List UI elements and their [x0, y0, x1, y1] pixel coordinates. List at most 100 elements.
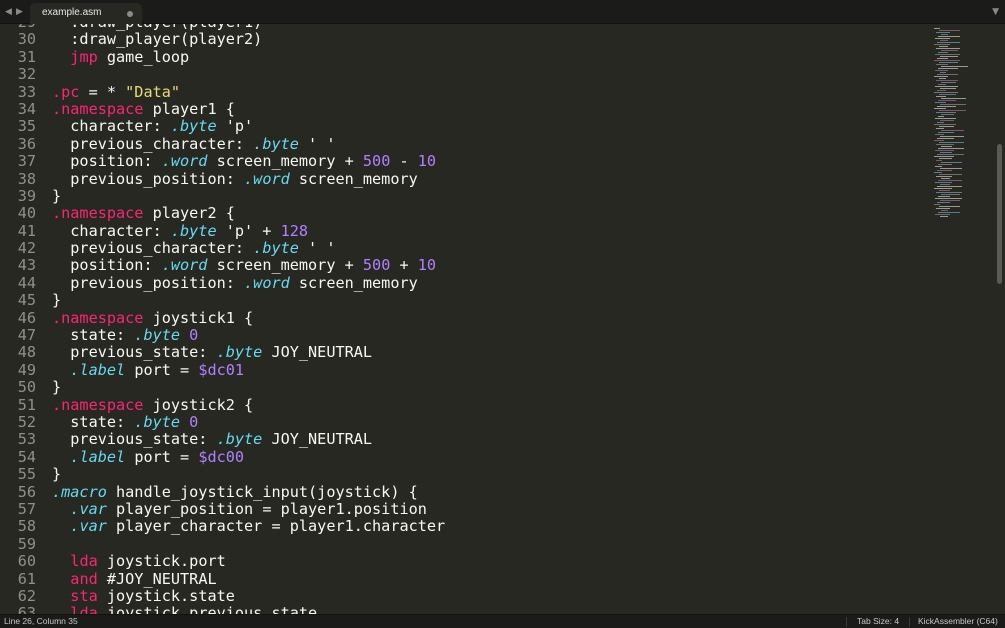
back-arrow-icon[interactable]: ◀: [5, 4, 12, 20]
code-line[interactable]: 56 .macro handle_joystick_input(joystick)…: [0, 483, 935, 501]
code-line[interactable]: 59: [0, 535, 935, 553]
code-line[interactable]: 44 previous_position: .word screen_memor…: [0, 273, 935, 292]
syntax-selector[interactable]: KickAssembler (C64): [918, 615, 998, 628]
minimap-line: [941, 162, 962, 163]
code-text: position: .word screen_memory + 500 + 10: [52, 257, 436, 274]
line-number: 50: [17, 378, 36, 397]
tab-menu-chevron-icon[interactable]: ▼: [992, 4, 999, 20]
code-token: .byte: [170, 221, 217, 240]
minimap-line: [938, 116, 944, 117]
minimap-line: [936, 192, 962, 193]
code-line[interactable]: 53 previous_state: .byte JOY_NEUTRAL: [0, 430, 935, 448]
code-line[interactable]: 34 .namespace player1 {: [0, 99, 935, 118]
code-token: sta: [70, 586, 98, 605]
minimap-line: [941, 178, 950, 179]
code-line[interactable]: 30 :draw_player(player2): [0, 30, 935, 48]
code-token: .namespace: [52, 99, 144, 118]
minimap-line: [941, 130, 964, 131]
code-token: player_position = player1.position: [106, 499, 427, 518]
code-line[interactable]: 61 and #JOY_NEUTRAL: [0, 570, 935, 588]
minimap-line: [936, 144, 954, 145]
minimap-line: [934, 124, 956, 125]
minimap[interactable]: [930, 24, 995, 224]
code-editor[interactable]: 29 :draw_player(player1)30 :draw_player(…: [0, 24, 1005, 614]
minimap-line: [941, 194, 960, 195]
code-token: 'p': [216, 117, 254, 136]
code-line[interactable]: 42 previous_character: .byte ' ': [0, 239, 935, 258]
code-line[interactable]: 43 position: .word screen_memory + 500 +…: [0, 257, 935, 275]
code-text: .label port = $dc00: [52, 448, 244, 466]
code-line[interactable]: 46 .namespace joystick1 {: [0, 308, 935, 327]
minimap-line: [937, 186, 962, 187]
forward-arrow-icon[interactable]: ▶: [16, 4, 23, 20]
code-token: game_loop: [97, 47, 190, 66]
status-bar: Line 26, Column 35 Tab Size: 4 KickAssem…: [0, 614, 1005, 628]
minimap-line: [941, 82, 956, 83]
code-line[interactable]: 63 lda joystick.previous_state: [0, 604, 935, 614]
code-line[interactable]: 32: [0, 65, 935, 84]
minimap-line: [934, 28, 940, 29]
code-token: 500: [362, 152, 391, 171]
code-text: state: .byte 0: [52, 412, 198, 431]
file-tab[interactable]: example.asm: [30, 3, 142, 24]
code-token: JOY_NEUTRAL: [262, 343, 373, 362]
code-line[interactable]: 36 previous_character: .byte ' ': [0, 135, 935, 153]
code-line[interactable]: 47 state: .byte 0: [0, 326, 935, 344]
code-line[interactable]: 35 character: .byte 'p': [0, 117, 935, 136]
minimap-line: [937, 138, 954, 139]
line-number: 60: [17, 552, 36, 571]
minimap-line: [939, 142, 964, 143]
minimap-line: [941, 210, 948, 211]
line-number: 32: [17, 65, 36, 84]
minimap-line: [938, 180, 962, 181]
code-line[interactable]: 31 jmp game_loop: [0, 47, 935, 66]
minimap-line: [939, 110, 966, 111]
minimap-line: [941, 66, 968, 67]
code-line[interactable]: 40 .namespace player2 {: [0, 204, 935, 223]
code-token: screen_memory: [289, 273, 418, 292]
minimap-line: [940, 184, 950, 185]
code-token: screen_memory +: [207, 256, 363, 275]
code-line[interactable]: 45}: [0, 291, 935, 309]
code-line[interactable]: 55}: [0, 465, 935, 483]
line-number: 54: [17, 447, 36, 466]
code-line[interactable]: 33 .pc = * "Data": [0, 83, 935, 101]
minimap-line: [936, 112, 956, 113]
code-line[interactable]: 48 previous_state: .byte JOY_NEUTRAL: [0, 343, 935, 362]
scrollbar[interactable]: [997, 144, 1002, 284]
code-line[interactable]: 57 .var player_position = player1.positi…: [0, 499, 935, 518]
tab-size-setting[interactable]: Tab Size: 4: [857, 615, 899, 628]
code-text: previous_character: .byte ' ': [52, 239, 335, 257]
code-line[interactable]: 37 position: .word screen_memory + 500 -…: [0, 152, 935, 171]
code-line[interactable]: 41 character: .byte 'p' + 128: [0, 221, 935, 240]
line-number: 46: [17, 308, 36, 327]
minimap-line: [937, 74, 958, 75]
code-token: .byte: [134, 412, 181, 431]
code-line[interactable]: 50}: [0, 378, 935, 397]
code-token: jmp: [70, 47, 98, 66]
code-line[interactable]: 39}: [0, 187, 935, 205]
code-line[interactable]: 52 state: .byte 0: [0, 412, 935, 431]
code-text: :draw_player(player2): [52, 31, 262, 48]
minimap-line: [934, 76, 948, 77]
unsaved-indicator-icon[interactable]: [127, 11, 133, 17]
code-line[interactable]: 58 .var player_character = player1.chara…: [0, 517, 935, 535]
minimap-line: [937, 90, 946, 91]
minimap-line: [939, 62, 958, 63]
code-token: .word: [244, 273, 290, 292]
code-line[interactable]: 60 lda joystick.port: [0, 552, 935, 571]
status-divider: [846, 617, 847, 627]
code-line[interactable]: 51 .namespace joystick2 {: [0, 396, 935, 414]
minimap-line: [941, 114, 954, 115]
line-number: 42: [17, 239, 36, 258]
code-line[interactable]: 38 previous_position: .word screen_memor…: [0, 170, 935, 188]
cursor-position[interactable]: Line 26, Column 35: [4, 615, 78, 628]
code-token: .namespace: [52, 204, 144, 223]
minimap-line: [937, 42, 960, 43]
code-line[interactable]: 62 sta joystick.state: [0, 586, 935, 605]
code-token: .byte: [170, 117, 217, 136]
code-line[interactable]: 49 .label port = $dc01: [0, 361, 935, 379]
code-line[interactable]: 54 .label port = $dc00: [0, 447, 935, 466]
